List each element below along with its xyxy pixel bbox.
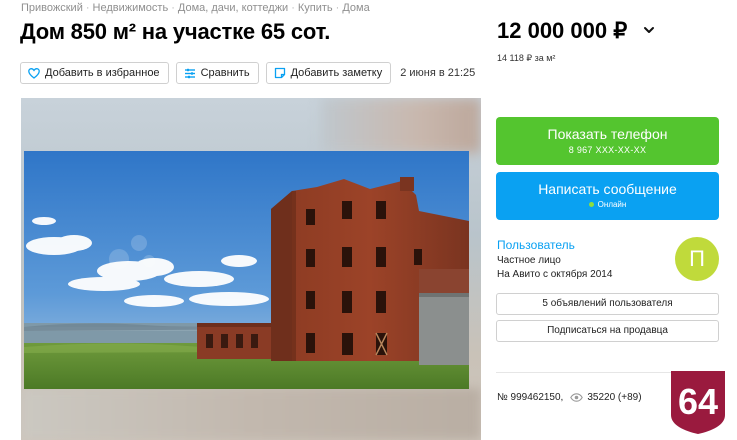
seller-since: На Авито с октября 2014: [497, 269, 613, 280]
blurred-background: [21, 388, 481, 440]
breadcrumb-item[interactable]: Купить: [298, 2, 333, 14]
breadcrumb-separator: ·: [85, 2, 90, 14]
site-logo-badge: 64: [671, 371, 725, 434]
breadcrumb-item[interactable]: Недвижимость: [93, 2, 169, 14]
breadcrumb-item[interactable]: Дома: [342, 2, 369, 14]
breadcrumb-item[interactable]: Дома, дачи, коттеджи: [178, 2, 288, 14]
avatar[interactable]: П: [675, 237, 719, 281]
badge-text: 64: [678, 381, 718, 422]
seller-name-link[interactable]: Пользователь: [497, 238, 575, 252]
price: 12 000 000 ₽: [497, 18, 628, 43]
favorite-label: Добавить в избранное: [45, 67, 160, 79]
add-note-button[interactable]: Добавить заметку: [265, 62, 392, 84]
write-message-button[interactable]: Написать сообщение Онлайн: [496, 172, 719, 220]
note-label: Добавить заметку: [290, 67, 383, 79]
page-title: Дом 850 м² на участке 65 сот.: [20, 19, 331, 44]
breadcrumb-separator: ·: [335, 2, 340, 14]
breadcrumb-item[interactable]: Привожский: [21, 2, 83, 14]
price-per-m2: 14 118 ₽ за м²: [497, 53, 556, 63]
breadcrumb: Привожский · Недвижимость · Дома, дачи, котт…: [21, 2, 370, 14]
photo-gallery[interactable]: [21, 98, 481, 440]
show-phone-label: Показать телефон: [547, 126, 668, 142]
listing-photo[interactable]: [24, 151, 469, 389]
breadcrumb-separator: ·: [291, 2, 295, 14]
publish-date: 2 июня в 21:25: [400, 67, 476, 79]
breadcrumb-separator: ·: [171, 2, 175, 14]
action-bar: Добавить в избранное Сравнить Добавить з…: [20, 62, 475, 84]
add-to-favorites-button[interactable]: Добавить в избранное: [20, 62, 169, 84]
blurred-background: [321, 98, 481, 153]
phone-masked: 8 967 XXX-XX-XX: [568, 145, 647, 155]
listing-meta: № 999462150, 35220 (+89): [497, 392, 642, 403]
listing-number: № 999462150,: [497, 392, 564, 403]
compare-label: Сравнить: [200, 67, 250, 79]
online-dot-icon: [588, 202, 594, 207]
note-icon: [274, 67, 285, 79]
eye-icon: [570, 393, 584, 402]
chevron-down-icon[interactable]: [641, 22, 657, 38]
compare-icon: [184, 68, 195, 78]
views-count: 35220 (+89): [587, 392, 642, 403]
subscribe-seller-button[interactable]: Подписаться на продавца: [496, 320, 719, 342]
heart-icon: [28, 67, 40, 79]
write-message-label: Написать сообщение: [538, 181, 677, 197]
show-phone-button[interactable]: Показать телефон 8 967 XXX-XX-XX: [496, 117, 719, 165]
seller-type: Частное лицо: [497, 255, 561, 266]
online-status: Онлайн: [496, 200, 719, 209]
online-label: Онлайн: [597, 200, 627, 209]
seller-listings-button[interactable]: 5 объявлений пользователя: [496, 293, 719, 315]
compare-button[interactable]: Сравнить: [175, 62, 259, 84]
